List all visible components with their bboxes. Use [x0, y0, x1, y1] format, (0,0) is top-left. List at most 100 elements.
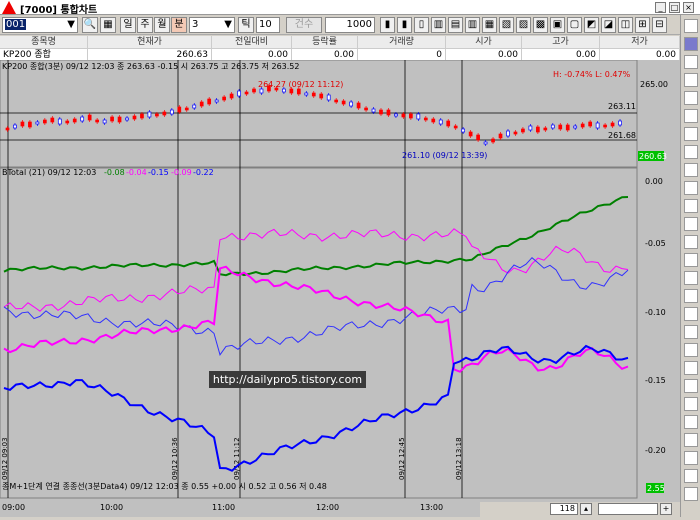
chart-c-icon[interactable]: ▯: [414, 17, 429, 33]
candle-body: [349, 101, 353, 107]
tool-arrow-icon[interactable]: [684, 55, 698, 69]
main-window: [7000] 통합차트 _ □ × 001 ▼ 🔍 ▦ 일 주 월 분 3 ▼ …: [0, 0, 700, 517]
chart-b-icon[interactable]: ▮: [397, 17, 412, 33]
candle-body: [192, 104, 197, 109]
candle-body: [468, 131, 473, 137]
vertical-marker-label: 09/12 11:12: [233, 437, 241, 480]
candle-body: [528, 125, 533, 131]
tool-triangle-icon[interactable]: [684, 325, 698, 339]
chart-i-icon[interactable]: ▨: [516, 17, 531, 33]
tool-trend-icon[interactable]: [684, 91, 698, 105]
tool-fan-icon[interactable]: [684, 163, 698, 177]
tool-cycle-icon[interactable]: [684, 235, 698, 249]
tool-speed-icon[interactable]: [684, 271, 698, 285]
interval-combobox[interactable]: 3 ▼: [189, 17, 235, 33]
price-panel-bg: [0, 59, 638, 168]
vertical-marker-label: 09/12 09:03: [1, 437, 9, 480]
close-button[interactable]: ×: [683, 2, 694, 13]
watermark: http://dailypro5.tistory.com: [209, 371, 366, 388]
candle-body: [304, 92, 309, 96]
chevron-down-icon[interactable]: ▼: [67, 18, 75, 32]
quote-volume: 0: [358, 48, 446, 60]
candle-body: [543, 127, 548, 131]
code-combobox[interactable]: 001 ▼: [2, 17, 78, 33]
tool-ruler-icon[interactable]: [684, 397, 698, 411]
zoom-stepper-icon[interactable]: ▴: [580, 503, 592, 515]
price-info: KP200 종합(3분) 09/12 12:03 종 263.63 -0.15 …: [2, 62, 299, 71]
period-minute-button[interactable]: 분: [171, 17, 187, 33]
indicator-y-label: -0.05: [645, 239, 666, 248]
candle-body: [125, 117, 129, 121]
chart-q-icon[interactable]: ⊟: [652, 17, 667, 33]
tool-rect-icon[interactable]: [684, 289, 698, 303]
candle-body: [42, 119, 47, 124]
title-bar[interactable]: [7000] 통합차트 _ □ ×: [0, 0, 700, 16]
maximize-button[interactable]: □: [669, 2, 680, 13]
quote-low: 0.00: [600, 48, 680, 60]
scroll-bar[interactable]: 118 ▴ +: [480, 502, 680, 517]
period-week-button[interactable]: 주: [137, 17, 153, 33]
tick-button[interactable]: 틱: [238, 17, 254, 33]
chart-m-icon[interactable]: ◩: [584, 17, 599, 33]
legend-value: -0.15: [148, 168, 169, 177]
chart-l-icon[interactable]: ▢: [567, 17, 582, 33]
quote-header: 고가: [522, 36, 600, 48]
zoom-input[interactable]: 118: [550, 503, 578, 515]
tool-line-icon[interactable]: [684, 73, 698, 87]
minimize-button[interactable]: _: [655, 2, 666, 13]
candle-body: [386, 109, 391, 116]
chart-n-icon[interactable]: ◪: [601, 17, 616, 33]
tool-fibo-icon[interactable]: [684, 199, 698, 213]
candle-body: [147, 111, 152, 118]
tool-hline-icon[interactable]: [684, 109, 698, 123]
tool-cross-icon[interactable]: [684, 145, 698, 159]
grid-icon[interactable]: ▦: [100, 17, 116, 33]
period-month-button[interactable]: 월: [154, 17, 170, 33]
count-combobox[interactable]: 건수: [286, 17, 322, 33]
chart-f-icon[interactable]: ▥: [465, 17, 480, 33]
candle-body: [169, 109, 174, 115]
chart-d-icon[interactable]: ▥: [431, 17, 446, 33]
chart-k-icon[interactable]: ▣: [550, 17, 565, 33]
chart-h-icon[interactable]: ▧: [499, 17, 514, 33]
chart-o-icon[interactable]: ◫: [618, 17, 633, 33]
count-input[interactable]: 1000: [325, 17, 375, 33]
vertical-marker-label: 09/12 13:18: [455, 437, 463, 480]
tool-ellipse-icon[interactable]: [684, 307, 698, 321]
candle-body: [476, 134, 480, 141]
chart-a-icon[interactable]: ▮: [380, 17, 395, 33]
quote-header: 현재가: [88, 36, 212, 48]
tool-arc-icon[interactable]: [684, 253, 698, 267]
tool-bar-icon[interactable]: [684, 379, 698, 393]
tool-channel-icon[interactable]: [684, 181, 698, 195]
chart-j-icon[interactable]: ▩: [533, 17, 548, 33]
tool-chart-icon[interactable]: [684, 361, 698, 375]
chevron-down-icon[interactable]: ▼: [224, 18, 232, 32]
zoom-plus-icon[interactable]: +: [660, 503, 672, 515]
candle-body: [423, 117, 428, 121]
chart-p-icon[interactable]: ⊞: [635, 17, 650, 33]
tool-trash-icon[interactable]: [684, 469, 698, 483]
tool-gann-icon[interactable]: [684, 217, 698, 231]
tool-text-icon[interactable]: [684, 415, 698, 429]
search-icon[interactable]: 🔍: [82, 17, 98, 33]
tool-vline-icon[interactable]: [684, 127, 698, 141]
tool-pen-icon[interactable]: [684, 343, 698, 357]
tool-marker-icon[interactable]: [684, 433, 698, 447]
time-label: 12:00: [316, 503, 339, 512]
chart-e-icon[interactable]: ▤: [448, 17, 463, 33]
chart-g-icon[interactable]: ▦: [482, 17, 497, 33]
chart-area[interactable]: 09/12 09:03 09/12 10:36 09/12 11:12 09/12 1…: [0, 59, 680, 517]
period-day-button[interactable]: 일: [120, 17, 136, 33]
tick-combobox[interactable]: 10: [256, 17, 280, 33]
tool-settings-icon[interactable]: [684, 487, 698, 501]
tool-eraser-icon[interactable]: [684, 451, 698, 465]
candle-body: [259, 88, 264, 94]
chart-canvas[interactable]: 09/12 09:03 09/12 10:36 09/12 11:12 09/12 1…: [0, 59, 680, 517]
scroll-track[interactable]: [598, 503, 658, 515]
tool-cursor-icon[interactable]: [684, 19, 698, 33]
candle-body: [364, 107, 368, 111]
candle-body: [356, 102, 361, 109]
tool-select-icon[interactable]: [684, 37, 698, 51]
candle-body: [319, 93, 324, 99]
